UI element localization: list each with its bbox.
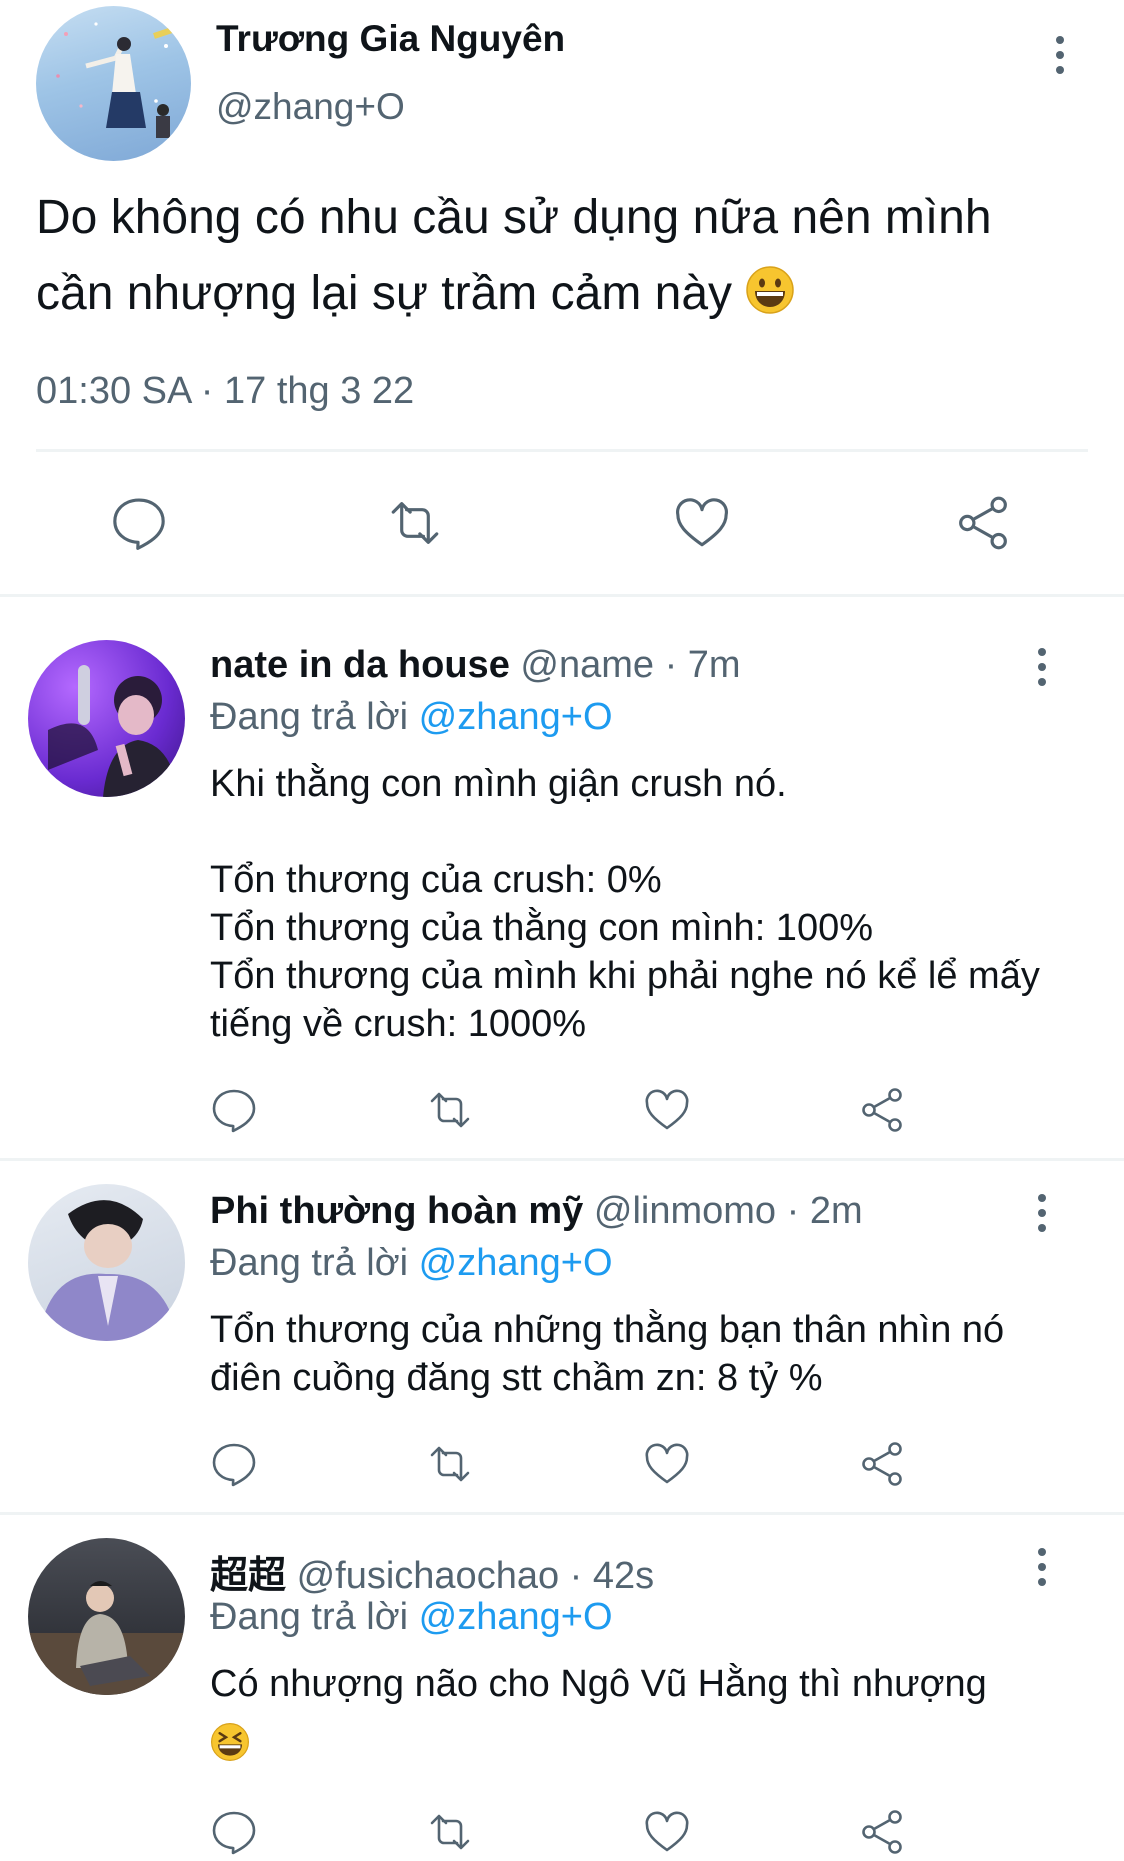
section-divider — [0, 594, 1124, 597]
reply-text: Tổn thương của những thằng bạn thân nhìn… — [210, 1309, 1005, 1399]
like-button[interactable] — [673, 494, 731, 557]
share-icon — [858, 1086, 906, 1134]
avatar-image — [38, 1200, 178, 1341]
reply-button[interactable] — [210, 1086, 258, 1139]
reply-header: 超超 @fusichaochao · 42s — [210, 1544, 654, 1599]
heart-icon — [643, 1808, 691, 1856]
reply-avatar[interactable] — [28, 1184, 185, 1341]
retweet-button[interactable] — [426, 1086, 474, 1139]
more-options-button[interactable] — [1050, 36, 1070, 74]
share-icon — [858, 1440, 906, 1488]
replying-label: Đang trả lời — [210, 696, 409, 738]
section-divider — [0, 1512, 1124, 1515]
tweet-timestamp[interactable]: 01:30 SA · 17 thg 3 22 — [36, 370, 414, 413]
section-divider — [0, 1158, 1124, 1161]
reply-icon — [210, 1808, 258, 1856]
retweet-icon — [426, 1086, 474, 1134]
retweet-icon — [386, 494, 444, 552]
avatar-image — [48, 665, 178, 797]
share-icon — [954, 494, 1012, 552]
more-icon — [1038, 1194, 1046, 1202]
reply-meta[interactable]: @name · 7m — [520, 644, 740, 686]
author-display-name[interactable]: Trương Gia Nguyên — [216, 18, 565, 60]
replying-to-link[interactable]: @zhang+O — [419, 1596, 613, 1638]
reply-text-body: Có nhượng não cho Ngô Vũ Hằng thì nhượng — [210, 1663, 987, 1705]
reply-icon — [210, 1440, 258, 1488]
like-button[interactable] — [643, 1086, 691, 1139]
more-icon — [1038, 648, 1046, 656]
reply-display-name[interactable]: 超超 — [210, 1555, 286, 1597]
more-options-button[interactable] — [1032, 648, 1052, 686]
retweet-icon — [426, 1808, 474, 1856]
retweet-icon — [426, 1440, 474, 1488]
reply-meta[interactable]: @linmomo · 2m — [594, 1190, 863, 1232]
more-icon — [1056, 36, 1064, 44]
reply-icon — [210, 1086, 258, 1134]
timestamp-divider — [36, 449, 1088, 452]
reply-button[interactable] — [110, 494, 168, 557]
more-icon — [1038, 1548, 1046, 1556]
retweet-button[interactable] — [426, 1808, 474, 1861]
reply-button[interactable] — [210, 1808, 258, 1861]
share-button[interactable] — [858, 1440, 906, 1493]
tweet-text-body: Do không có nhu cầu sử dụng nữa nên mình… — [36, 191, 992, 320]
grinning-face-emoji — [745, 262, 795, 338]
reply-avatar[interactable] — [28, 1538, 185, 1695]
reply-icon — [110, 494, 168, 552]
heart-icon — [643, 1440, 691, 1488]
more-options-button[interactable] — [1032, 1548, 1052, 1586]
heart-icon — [673, 494, 731, 552]
share-button[interactable] — [858, 1808, 906, 1861]
share-icon — [858, 1808, 906, 1856]
tweet-text: Do không có nhu cầu sử dụng nữa nên mình… — [36, 180, 1026, 338]
replying-label: Đang trả lời — [210, 1596, 409, 1638]
more-options-button[interactable] — [1032, 1194, 1052, 1232]
replying-to-link[interactable]: @zhang+O — [419, 696, 613, 738]
reply-header: nate in da house @name · 7m — [210, 644, 741, 687]
replying-to: Đang trả lời @zhang+O — [210, 1596, 613, 1639]
replying-to: Đang trả lời @zhang+O — [210, 696, 613, 739]
avatar-image — [56, 22, 185, 138]
share-button[interactable] — [858, 1086, 906, 1139]
reply-display-name[interactable]: nate in da house — [210, 644, 510, 686]
reply-avatar[interactable] — [28, 640, 185, 797]
heart-icon — [643, 1086, 691, 1134]
replying-to-link[interactable]: @zhang+O — [419, 1242, 613, 1284]
reply-text: Khi thằng con mình giận crush nó. Tổn th… — [210, 763, 1040, 1045]
author-handle[interactable]: @zhang+O — [216, 86, 405, 128]
laughing-face-emoji — [210, 1722, 250, 1767]
reply-header: Phi thường hoàn mỹ @linmomo · 2m — [210, 1190, 863, 1233]
retweet-button[interactable] — [426, 1440, 474, 1493]
reply-meta[interactable]: @fusichaochao · 42s — [297, 1555, 655, 1597]
replying-label: Đang trả lời — [210, 1242, 409, 1284]
retweet-button[interactable] — [386, 494, 444, 557]
share-button[interactable] — [954, 494, 1012, 557]
like-button[interactable] — [643, 1808, 691, 1861]
avatar-image — [28, 1581, 185, 1695]
author-avatar[interactable] — [36, 6, 191, 161]
replying-to: Đang trả lời @zhang+O — [210, 1242, 613, 1285]
reply-display-name[interactable]: Phi thường hoàn mỹ — [210, 1190, 583, 1232]
reply-button[interactable] — [210, 1440, 258, 1493]
like-button[interactable] — [643, 1440, 691, 1493]
